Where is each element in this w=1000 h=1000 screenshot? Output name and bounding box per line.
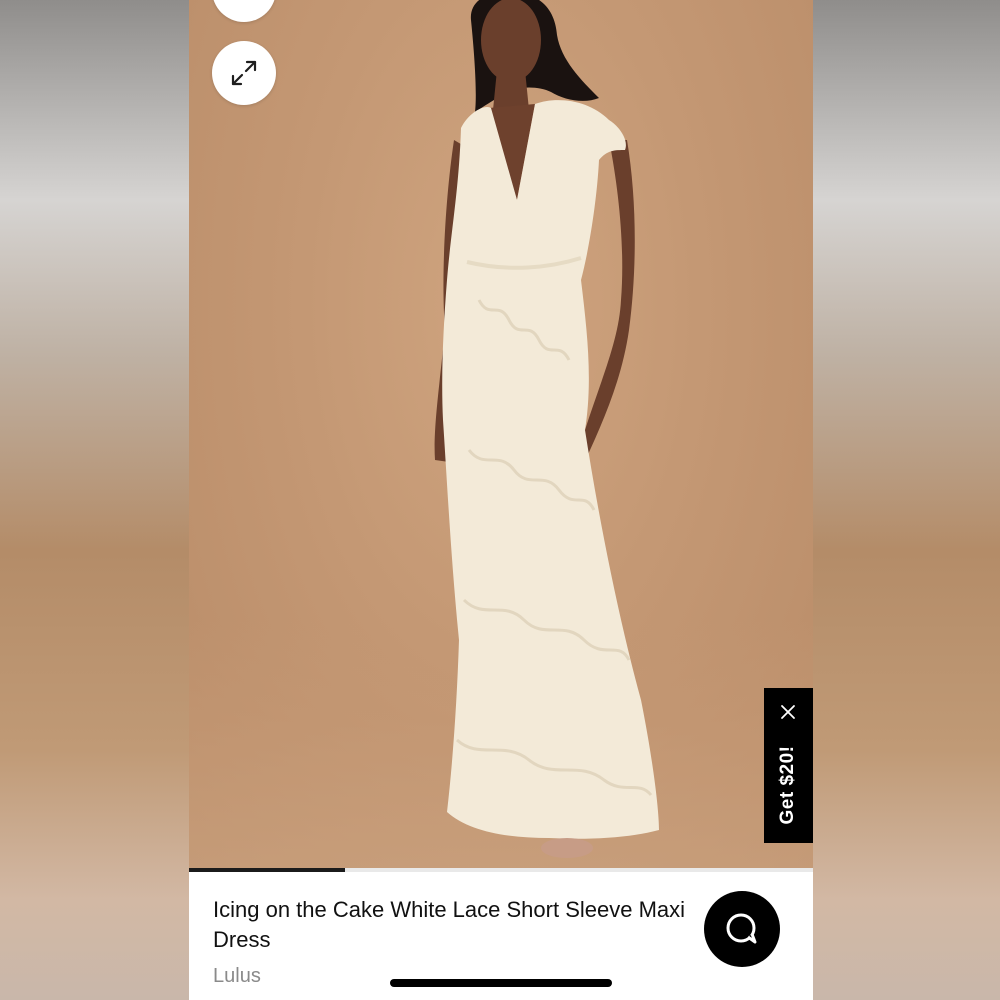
model-in-dress xyxy=(434,0,659,858)
expand-image-button[interactable] xyxy=(212,41,276,105)
promo-close-button[interactable] xyxy=(776,700,800,724)
blurred-background-right xyxy=(813,0,1000,1000)
product-title: Icing on the Cake White Lace Short Sleev… xyxy=(213,897,686,952)
chat-button[interactable] xyxy=(704,891,780,967)
promo-label[interactable]: Get $20! xyxy=(777,746,799,825)
chevron-down-icon xyxy=(233,0,255,1)
promo-tab[interactable]: Get $20! xyxy=(764,688,813,843)
product-image[interactable]: Get $20! xyxy=(189,0,813,870)
image-carousel-progress-fill xyxy=(189,868,345,872)
home-indicator[interactable] xyxy=(390,979,612,987)
product-screen: Get $20! Icing on the Cake White Lace Sh… xyxy=(189,0,813,1000)
product-brand[interactable]: Lulus xyxy=(213,965,261,988)
expand-icon xyxy=(231,60,257,86)
image-carousel-progress xyxy=(189,868,813,872)
blurred-background-left xyxy=(0,0,189,1000)
close-icon xyxy=(781,705,795,719)
chat-bubble-icon xyxy=(726,913,757,944)
